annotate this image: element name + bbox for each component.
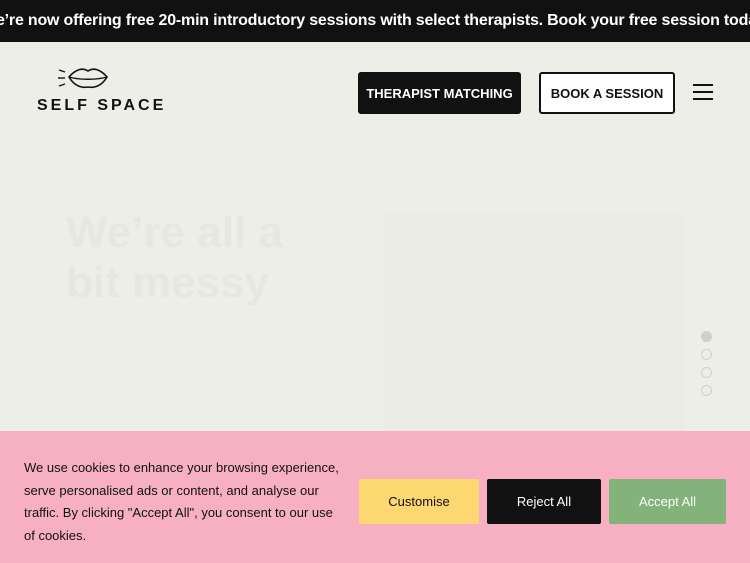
slide-pagination (701, 331, 713, 397)
slide-dot-3[interactable] (701, 367, 712, 378)
cookie-message: We use cookies to enhance your browsing … (24, 460, 339, 543)
hero-image-panel (384, 214, 685, 434)
accept-all-button[interactable]: Accept All (609, 479, 726, 524)
therapist-matching-button[interactable]: THERAPIST MATCHING (358, 72, 521, 114)
cookie-consent-bar: We use cookies to enhance your browsing … (0, 431, 750, 563)
slide-dot-1[interactable] (701, 331, 712, 342)
menu-icon-bar-bottom (693, 98, 713, 100)
self-space-logo[interactable]: SELF SPACE (37, 66, 167, 116)
menu-icon-bar-middle (693, 91, 713, 93)
book-a-session-button[interactable]: BOOK A SESSION (539, 72, 675, 114)
logo-wordmark: SELF SPACE (37, 97, 167, 114)
slide-dot-2[interactable] (701, 349, 712, 360)
promo-banner[interactable]: We’re now offering free 20-min introduct… (0, 0, 750, 42)
hamburger-menu-icon[interactable] (693, 84, 713, 100)
slide-dot-4[interactable] (701, 385, 712, 396)
lips-icon (58, 68, 108, 89)
promo-banner-text: We’re now offering free 20-min introduct… (0, 12, 750, 29)
hero-title: We’re all a bit messy (66, 208, 283, 307)
menu-icon-bar-top (693, 84, 713, 86)
customise-button[interactable]: Customise (359, 479, 479, 524)
reject-all-button[interactable]: Reject All (487, 479, 601, 524)
